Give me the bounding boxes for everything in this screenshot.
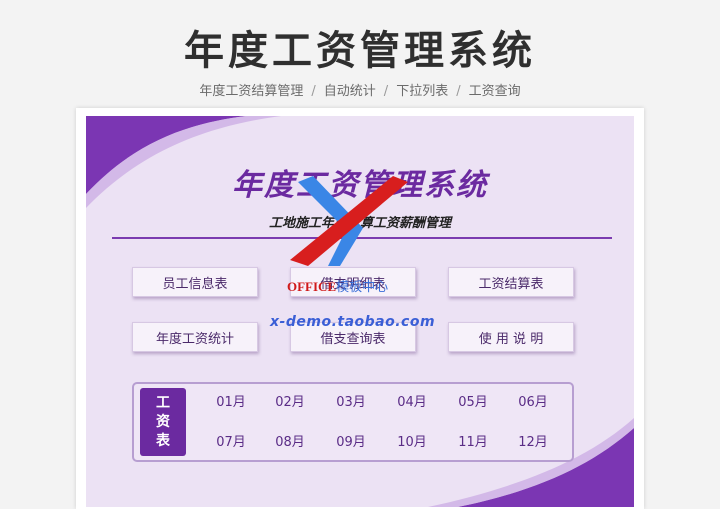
separator: / [456, 84, 461, 99]
instructions-button[interactable]: 使 用 说 明 [448, 322, 574, 352]
month-link-11[interactable]: 11月 [450, 433, 496, 453]
month-link-08[interactable]: 08月 [267, 433, 313, 453]
separator: / [383, 84, 389, 99]
watermark-office-latin: OFFICE [287, 279, 337, 294]
feature-item: 年度工资结算管理 [199, 84, 304, 99]
annual-stats-button[interactable]: 年度工资统计 [132, 322, 258, 352]
month-link-01[interactable]: 01月 [208, 393, 254, 413]
label-char: 工 [156, 394, 170, 411]
watermark-x-logo [290, 176, 408, 266]
label-char: 表 [156, 432, 170, 449]
separator: / [311, 84, 316, 99]
month-link-05[interactable]: 05月 [450, 393, 496, 413]
watermark-office-cn: 模板中心 [336, 280, 389, 295]
salary-settlement-button[interactable]: 工资结算表 [448, 267, 574, 297]
salary-table-label: 工 资 表 [140, 388, 186, 456]
employee-info-button[interactable]: 员工信息表 [132, 267, 258, 297]
month-link-06[interactable]: 06月 [510, 393, 556, 413]
month-link-09[interactable]: 09月 [328, 433, 374, 453]
month-link-10[interactable]: 10月 [389, 433, 435, 453]
page-title: 年度工资管理系统 [184, 28, 536, 74]
watermark-office: OFFICE模板中心 [287, 276, 388, 295]
month-link-04[interactable]: 04月 [389, 393, 435, 413]
monthly-salary-panel: 工 资 表 01月 02月 03月 04月 05月 06月 07月 08月 09… [132, 382, 574, 462]
feature-item: 自动统计 [323, 84, 376, 99]
watermark-url: x-demo.taobao.com [270, 314, 436, 330]
label-char: 资 [156, 413, 170, 430]
feature-item: 工资查询 [468, 84, 521, 99]
feature-item: 下拉列表 [396, 84, 449, 99]
month-link-02[interactable]: 02月 [267, 393, 313, 413]
month-link-03[interactable]: 03月 [328, 393, 374, 413]
feature-list: 年度工资结算管理 / 自动统计 / 下拉列表 / 工资查询 [0, 80, 720, 99]
month-link-12[interactable]: 12月 [510, 433, 556, 453]
month-link-07[interactable]: 07月 [208, 433, 254, 453]
